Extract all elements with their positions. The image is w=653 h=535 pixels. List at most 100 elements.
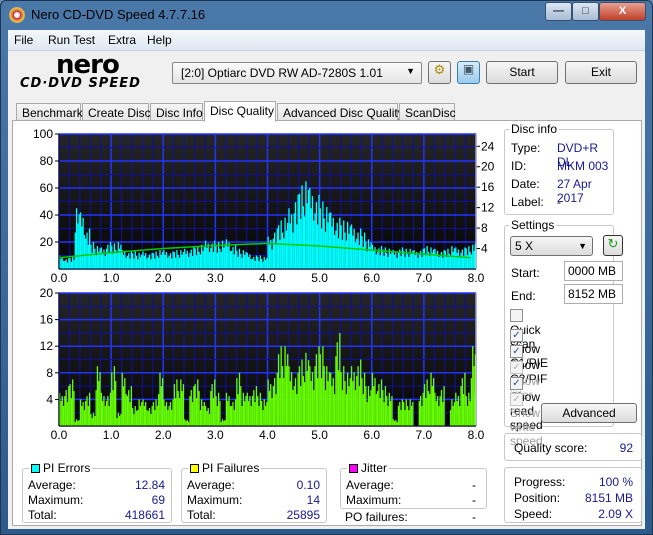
data-bar	[460, 252, 462, 269]
data-bar	[180, 379, 182, 426]
data-bar	[317, 224, 319, 269]
refresh-icon: ↻	[607, 236, 619, 251]
data-bar	[238, 372, 241, 426]
data-bar	[66, 262, 69, 269]
drive-select[interactable]: [2:0] Optiarc DVD RW AD-7280S 1.01 ▼	[172, 62, 422, 84]
data-bar	[371, 244, 374, 269]
close-button[interactable]: X	[599, 2, 646, 21]
data-bar	[336, 222, 338, 269]
data-bar	[105, 401, 108, 426]
data-bar	[73, 391, 75, 426]
data-bar	[356, 376, 358, 426]
advanced-button[interactable]: Advanced	[541, 403, 637, 423]
pi-failures-maximum: 14	[306, 493, 320, 507]
menu-file[interactable]: File	[14, 33, 33, 47]
exit-button[interactable]: Exit	[565, 61, 637, 84]
data-bar	[228, 242, 230, 269]
settings-title: Settings	[509, 218, 557, 232]
data-bar	[236, 250, 238, 269]
data-bar	[117, 412, 119, 426]
data-bar	[199, 254, 202, 269]
data-bar	[429, 256, 431, 269]
data-bar	[300, 218, 302, 269]
data-bar	[234, 244, 237, 269]
disc-id: MKM 003	[557, 159, 609, 173]
data-bar	[86, 232, 88, 269]
data-bar	[309, 188, 311, 269]
data-bar	[160, 386, 162, 426]
data-bar	[109, 392, 112, 426]
y2-tick-label: 8	[481, 221, 488, 235]
menu-run-test[interactable]: Run Test	[48, 33, 95, 47]
data-bar	[345, 394, 347, 426]
x-tick-label: 6.0	[363, 271, 380, 285]
tab-advanced-disc-quality[interactable]: Advanced Disc Quality	[277, 103, 404, 121]
data-bar	[83, 234, 86, 269]
tab-benchmark[interactable]: Benchmark	[16, 103, 83, 121]
save-button[interactable]: ▣	[457, 61, 480, 84]
data-bar	[331, 386, 333, 426]
data-bar	[335, 230, 337, 269]
data-bar	[426, 379, 428, 426]
tab-disc-info[interactable]: Disc Info	[150, 103, 203, 121]
data-bar	[129, 258, 131, 269]
data-bar	[250, 259, 252, 269]
data-bar	[227, 246, 229, 269]
data-bar	[353, 372, 355, 426]
data-bar	[275, 244, 277, 269]
floppy-icon: ▣	[462, 62, 475, 76]
tab-disc-quality[interactable]: Disc Quality	[204, 101, 276, 122]
data-bar	[126, 396, 129, 426]
data-bar	[442, 402, 444, 426]
tab-create-disc[interactable]: Create Disc	[82, 103, 151, 121]
start-button[interactable]: Start	[486, 61, 558, 84]
data-bar	[193, 386, 195, 426]
data-bar	[408, 410, 410, 426]
data-bar	[201, 244, 203, 269]
data-bar	[455, 392, 457, 426]
data-bar	[284, 217, 286, 269]
data-bar	[314, 213, 316, 269]
y2-tick-label: 4	[481, 242, 488, 256]
data-bar	[310, 381, 312, 426]
data-bar	[125, 257, 127, 269]
data-bar	[336, 342, 338, 426]
tab-scandisc[interactable]: ScanDisc	[399, 103, 456, 121]
speed-select[interactable]: 5 X ▼	[510, 236, 593, 256]
data-bar	[418, 253, 420, 269]
data-bar	[266, 258, 268, 269]
data-bar	[158, 257, 160, 269]
refresh-speed-button[interactable]: ↻	[603, 235, 623, 256]
data-bar	[257, 396, 259, 426]
data-bar	[373, 386, 375, 426]
x-tick-label: 3.0	[207, 271, 224, 285]
data-bar	[388, 392, 390, 426]
menu-help[interactable]: Help	[147, 33, 172, 47]
start-input[interactable]: 0000 MB	[564, 261, 623, 281]
speed-value: 2.09 X	[598, 507, 633, 521]
data-bar	[284, 346, 286, 426]
data-bar	[206, 247, 208, 269]
label: End:	[511, 289, 536, 303]
end-input[interactable]: 8152 MB	[564, 284, 623, 304]
data-bar	[118, 416, 121, 426]
menu-extra[interactable]: Extra	[108, 33, 136, 47]
data-bar	[146, 258, 148, 269]
data-bar	[215, 244, 217, 269]
data-bar	[211, 384, 213, 426]
data-bar	[191, 256, 194, 269]
data-bar	[319, 354, 321, 426]
data-bar	[158, 394, 160, 426]
data-bar	[319, 208, 321, 269]
data-bar	[104, 256, 106, 269]
pi-errors-group: PI Errors Average: 12.84 Maximum: 69 Total…	[22, 461, 172, 523]
data-bar	[401, 247, 404, 269]
maximize-button[interactable]: □	[572, 2, 599, 21]
data-bar	[204, 240, 207, 269]
data-bar	[83, 410, 86, 426]
data-bar	[279, 378, 281, 426]
minimize-button[interactable]: —	[545, 2, 572, 21]
drive-info-button[interactable]: ⚙	[428, 61, 451, 84]
data-bar	[182, 384, 185, 426]
data-bar	[452, 406, 454, 426]
